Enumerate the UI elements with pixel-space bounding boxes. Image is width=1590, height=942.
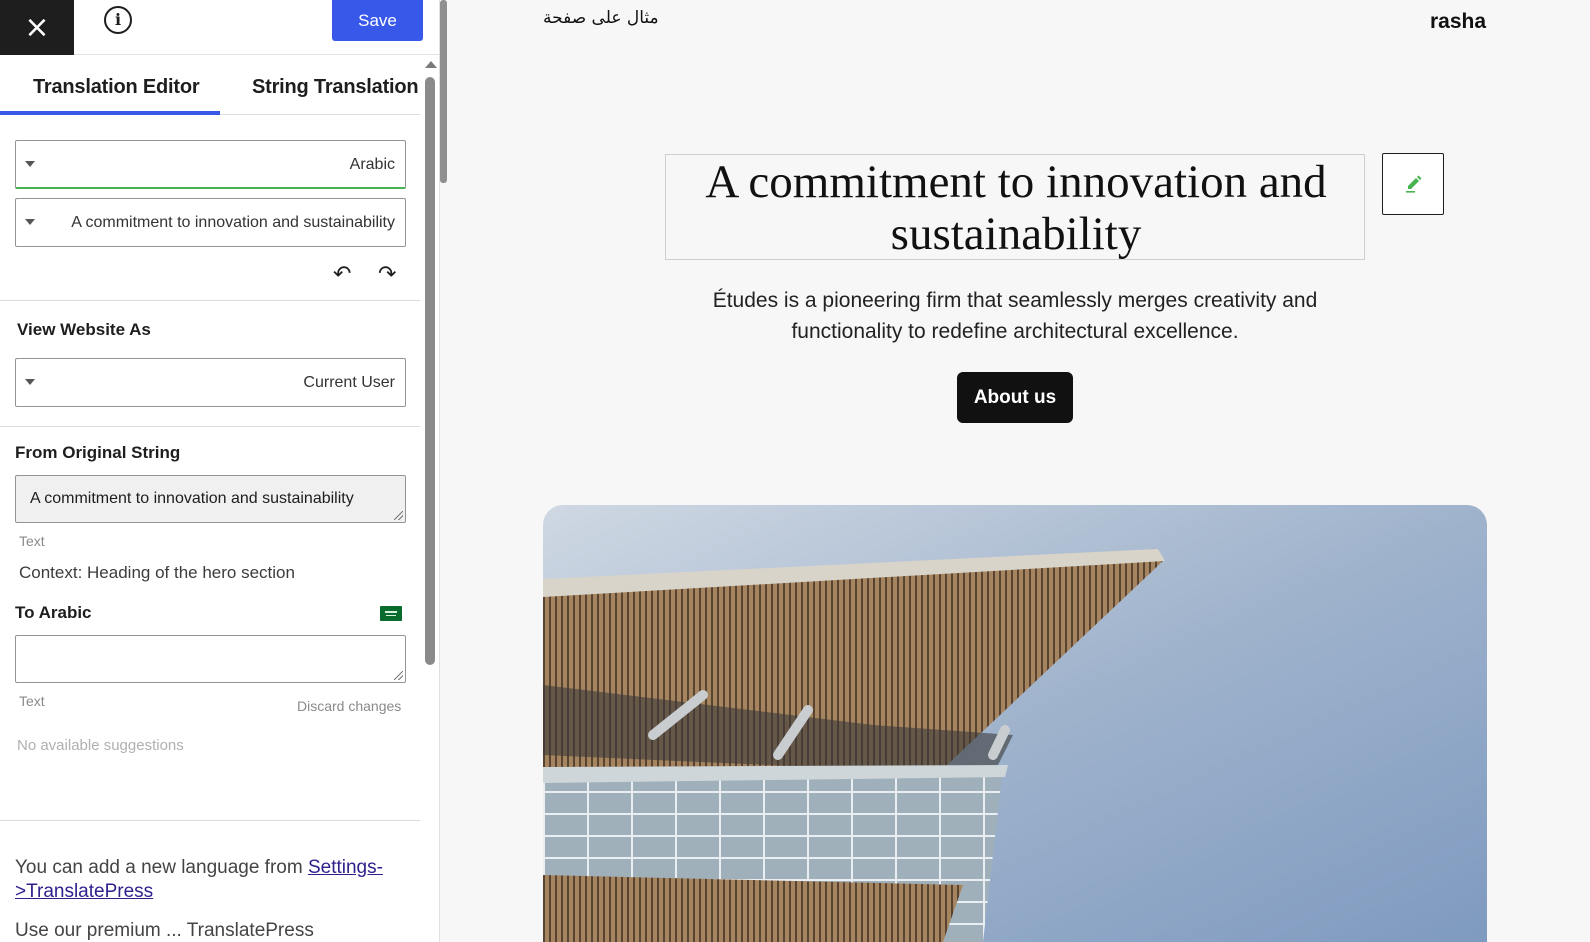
- editor-tabs: Translation Editor String Translation: [0, 62, 420, 115]
- undo-icon: ↶: [333, 262, 352, 287]
- divider: [0, 300, 420, 301]
- divider: [0, 820, 420, 821]
- info-button[interactable]: i: [104, 6, 132, 34]
- undo-button[interactable]: ↶: [333, 262, 351, 287]
- add-language-text: You can add a new language from: [15, 857, 308, 878]
- resize-handle-icon: [394, 511, 403, 520]
- language-select[interactable]: Arabic: [15, 140, 406, 189]
- hero-heading: A commitment to innovation and sustainab…: [705, 156, 1327, 260]
- redo-icon: ↷: [378, 262, 397, 287]
- chevron-down-icon: [25, 379, 35, 385]
- close-icon: ×: [24, 10, 50, 45]
- translation-sidebar: × i Save Translation Editor String Trans…: [0, 0, 440, 942]
- hero-heading-selection[interactable]: A commitment to innovation and sustainab…: [665, 154, 1365, 260]
- divider: [0, 426, 420, 427]
- save-button[interactable]: Save: [332, 0, 423, 41]
- hero-description: Études is a pioneering firm that seamles…: [712, 289, 1318, 343]
- sidebar-scroll-thumb[interactable]: [425, 77, 435, 665]
- site-user-name[interactable]: rasha: [1430, 10, 1486, 34]
- view-as-select-value: Current User: [303, 374, 395, 391]
- info-icon: i: [114, 10, 122, 29]
- view-as-label: View Website As: [17, 320, 151, 339]
- add-language-note: You can add a new language from Settings…: [15, 856, 415, 904]
- tab-translation-editor[interactable]: Translation Editor: [33, 76, 200, 99]
- view-as-select[interactable]: Current User: [15, 358, 406, 407]
- chevron-down-icon: [25, 161, 35, 167]
- translation-input[interactable]: [15, 635, 406, 683]
- building-hero-image: [543, 505, 1487, 942]
- translation-type: Text: [19, 693, 45, 709]
- to-language-label: To Arabic: [15, 603, 92, 622]
- building-illustration: [543, 505, 1487, 942]
- active-tab-indicator: [0, 111, 220, 115]
- string-select-value: A commitment to innovation and sustainab…: [71, 214, 395, 231]
- sidebar-scrollbar[interactable]: [422, 55, 438, 942]
- language-select-value: Arabic: [349, 156, 395, 173]
- discard-changes-link[interactable]: Discard changes: [297, 698, 401, 714]
- string-select[interactable]: A commitment to innovation and sustainab…: [15, 198, 406, 247]
- close-button[interactable]: ×: [0, 0, 74, 55]
- pencil-icon: [1406, 175, 1422, 193]
- about-us-button[interactable]: About us: [957, 372, 1073, 423]
- string-context: Context: Heading of the hero section: [19, 563, 295, 582]
- original-string-type: Text: [19, 533, 45, 549]
- saudi-flag-icon: [380, 606, 402, 621]
- suggestions-status: No available suggestions: [17, 737, 184, 754]
- scroll-up-arrow-icon[interactable]: [425, 61, 437, 68]
- chevron-down-icon: [25, 219, 35, 225]
- edit-translation-button[interactable]: [1382, 153, 1444, 215]
- original-string-field: A commitment to innovation and sustainab…: [15, 475, 406, 523]
- premium-note: Use our premium ... TranslatePress: [15, 920, 314, 941]
- preview-scroll-thumb[interactable]: [440, 0, 447, 183]
- original-string-label: From Original String: [15, 443, 181, 462]
- resize-handle-icon[interactable]: [394, 671, 403, 680]
- site-title[interactable]: مثال على صفحة: [543, 8, 659, 28]
- sidebar-toolbar: × i Save: [0, 0, 439, 55]
- redo-button[interactable]: ↷: [378, 262, 396, 287]
- original-string-text: A commitment to innovation and sustainab…: [30, 490, 354, 507]
- tab-string-translation[interactable]: String Translation: [252, 76, 419, 99]
